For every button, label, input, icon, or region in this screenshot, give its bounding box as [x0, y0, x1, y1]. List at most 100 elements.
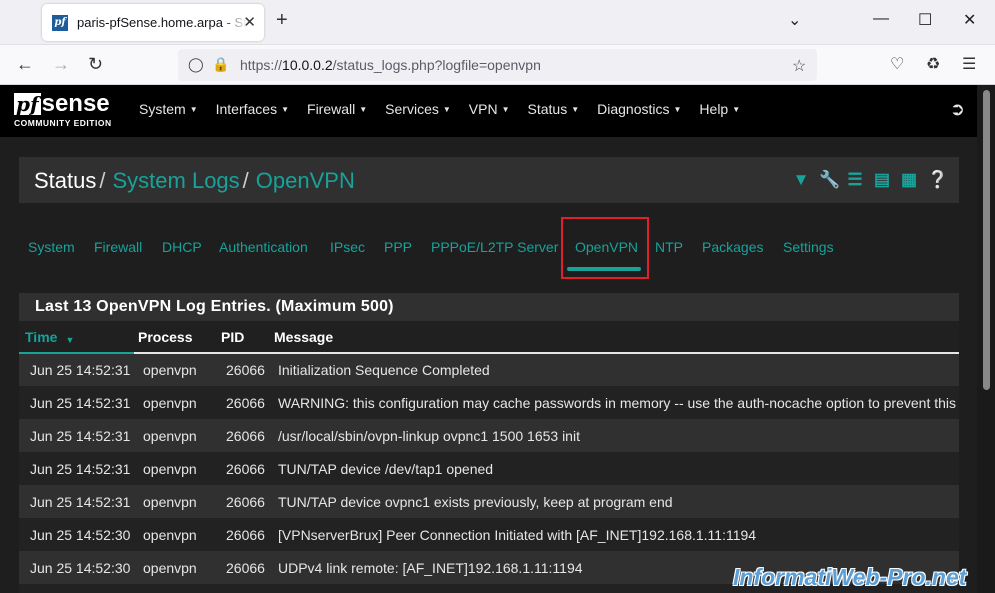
top-navigation: pf sense COMMUNITY EDITION System ▼ Inter… — [0, 85, 995, 137]
reload-icon[interactable]: ↻ — [88, 54, 103, 75]
cell-process: openvpn — [143, 526, 197, 543]
cell-pid: 26066 — [226, 460, 265, 477]
table-header-row: Time ▼ Process PID Message — [19, 321, 959, 354]
breadcrumb-panel: Status / System Logs / OpenVPN ▼ 🔧 ☰ ▤ ▦ ❔ — [19, 157, 959, 203]
column-header-message[interactable]: Message — [274, 321, 959, 354]
scrollbar-thumb[interactable] — [983, 90, 990, 390]
page-scrollbar[interactable] — [977, 85, 995, 593]
bar-chart-icon[interactable]: ▤ — [873, 170, 891, 190]
cell-process: openvpn — [143, 460, 197, 477]
cell-time: Jun 25 14:52:31 — [30, 460, 131, 477]
menu-vpn[interactable]: VPN ▼ — [469, 101, 510, 117]
filter-icon[interactable]: ▼ — [792, 170, 810, 190]
forward-arrow-icon[interactable]: → — [52, 54, 70, 75]
close-tab-icon[interactable]: ✕ — [243, 13, 256, 31]
table-row: Jun 25 14:52:31 openvpn 26066 WARNING: t… — [19, 386, 959, 419]
cell-time: Jun 25 14:52:31 — [30, 394, 131, 411]
cell-message: TUN/TAP device ovpnc1 exists previously,… — [278, 493, 673, 510]
breadcrumb-separator: / — [242, 168, 249, 193]
logout-icon[interactable]: ➲ — [950, 99, 965, 120]
cell-pid: 26066 — [217, 584, 274, 593]
cell-pid: 26066 — [226, 362, 265, 378]
breadcrumb-openvpn[interactable]: OpenVPN — [256, 168, 355, 193]
cell-message: Initialization Sequence Completed — [278, 362, 490, 378]
list-icon[interactable]: ▦ — [900, 170, 918, 190]
browser-tab[interactable]: pf paris-pfSense.home.arpa - Status: Sys… — [42, 4, 264, 41]
tab-ppp[interactable]: PPP — [384, 239, 412, 255]
wrench-icon[interactable]: 🔧 — [819, 170, 840, 190]
help-icon[interactable]: ❔ — [927, 170, 948, 190]
breadcrumb: Status / System Logs / OpenVPN — [34, 168, 355, 194]
new-tab-icon[interactable]: + — [276, 9, 288, 32]
tab-authentication[interactable]: Authentication — [219, 239, 308, 255]
breadcrumb-status: Status — [34, 168, 97, 193]
cell-process: openvpn — [143, 493, 197, 510]
main-menu: System ▼ Interfaces ▼ Firewall ▼ Services ▼ … — [139, 101, 758, 117]
minimize-icon[interactable]: — — [873, 10, 889, 28]
tab-list-chevron-icon[interactable]: ⌄ — [788, 10, 801, 30]
menu-services[interactable]: Services ▼ — [385, 101, 451, 117]
shield-icon[interactable]: ◯ — [188, 56, 204, 73]
cell-message: [VPNserverBrux] Peer Connection Initiate… — [278, 526, 757, 543]
breadcrumb-system-logs[interactable]: System Logs — [113, 168, 240, 193]
url-text[interactable]: https://10.0.0.2/status_logs.php?logfile… — [240, 57, 541, 73]
cell-pid: 26066 — [226, 394, 265, 411]
cell-pid: 26066 — [226, 559, 265, 576]
menu-help[interactable]: Help ▼ — [699, 101, 740, 117]
table-row: Jun 25 14:52:31 openvpn 26066 /usr/local… — [19, 419, 959, 452]
breadcrumb-separator: / — [99, 168, 106, 193]
column-header-process[interactable]: Process — [134, 321, 217, 354]
logo-edition: COMMUNITY EDITION — [14, 118, 112, 128]
tab-packages[interactable]: Packages — [702, 239, 763, 255]
log-panel: Last 13 OpenVPN Log Entries. (Maximum 50… — [19, 293, 959, 593]
extensions-icon[interactable]: ♻ — [926, 54, 940, 74]
cell-time: Jun 25 14:52:31 — [30, 427, 131, 444]
menu-hamburger-icon[interactable]: ☰ — [962, 54, 976, 74]
menu-status[interactable]: Status ▼ — [528, 101, 580, 117]
back-arrow-icon[interactable]: ← — [16, 54, 34, 75]
sliders-icon[interactable]: ☰ — [846, 170, 864, 190]
tab-system[interactable]: System — [28, 239, 75, 255]
address-bar[interactable]: ◯ 🔒 https://10.0.0.2/status_logs.php?log… — [178, 49, 817, 81]
browser-tab-strip: pf paris-pfSense.home.arpa - Status: Sys… — [0, 0, 995, 45]
pocket-icon[interactable]: ♡ — [890, 54, 904, 74]
watermark: InformatiWeb-Pro.net — [733, 564, 967, 590]
maximize-icon[interactable]: ☐ — [918, 10, 932, 30]
menu-interfaces[interactable]: Interfaces ▼ — [216, 101, 289, 117]
log-table: Time ▼ Process PID Message Jun 25 14:52:3… — [19, 321, 959, 593]
cell-process: openvpn — [143, 427, 197, 444]
tab-pppoe-l2tp-server[interactable]: PPPoE/L2TP Server — [431, 239, 558, 255]
cell-time: Jun 25 14:52:30 — [30, 526, 131, 543]
pfsense-page: pf sense COMMUNITY EDITION System ▼ Inter… — [0, 85, 995, 593]
cell-time: Jun 25 14:52:31 — [30, 362, 131, 378]
cell-process: openvpn — [143, 394, 197, 411]
cell-pid: 26066 — [226, 427, 265, 444]
tab-dhcp[interactable]: DHCP — [162, 239, 202, 255]
cell-message: TUN/TAP device /dev/tap1 opened — [278, 460, 494, 477]
bookmark-star-icon[interactable]: ☆ — [792, 56, 806, 76]
cell-pid: 26066 — [226, 493, 265, 510]
close-window-icon[interactable]: ✕ — [963, 10, 976, 30]
tab-ntp[interactable]: NTP — [655, 239, 683, 255]
table-row: Jun 25 14:52:30 openvpn 26066 [VPNserver… — [19, 518, 959, 551]
column-header-pid[interactable]: PID — [217, 321, 274, 354]
cell-process: openvpn — [143, 362, 197, 378]
panel-title: Last 13 OpenVPN Log Entries. (Maximum 50… — [19, 293, 959, 321]
column-header-time[interactable]: Time ▼ — [19, 321, 134, 354]
cell-process: openvpn — [143, 559, 197, 576]
pfsense-logo[interactable]: pf sense COMMUNITY EDITION — [14, 92, 112, 128]
browser-toolbar: ← → ↻ ◯ 🔒 https://10.0.0.2/status_logs.p… — [0, 45, 995, 85]
pfsense-favicon-icon: pf — [52, 14, 68, 31]
table-row: Jun 25 14:52:31 openvpn 26066 TUN/TAP de… — [19, 452, 959, 485]
tab-title: paris-pfSense.home.arpa - Status: System… — [77, 15, 247, 30]
cell-pid: 26066 — [226, 526, 265, 543]
tab-settings[interactable]: Settings — [783, 239, 834, 255]
cell-process: openvpn — [134, 584, 217, 593]
table-row: Jun 25 14:52:31 openvpn 26066 TUN/TAP de… — [19, 485, 959, 518]
lock-warning-icon[interactable]: 🔒 — [212, 56, 229, 73]
menu-system[interactable]: System ▼ — [139, 101, 198, 117]
menu-firewall[interactable]: Firewall ▼ — [307, 101, 367, 117]
tab-firewall[interactable]: Firewall — [94, 239, 142, 255]
menu-diagnostics[interactable]: Diagnostics ▼ — [597, 101, 681, 117]
tab-ipsec[interactable]: IPsec — [330, 239, 365, 255]
